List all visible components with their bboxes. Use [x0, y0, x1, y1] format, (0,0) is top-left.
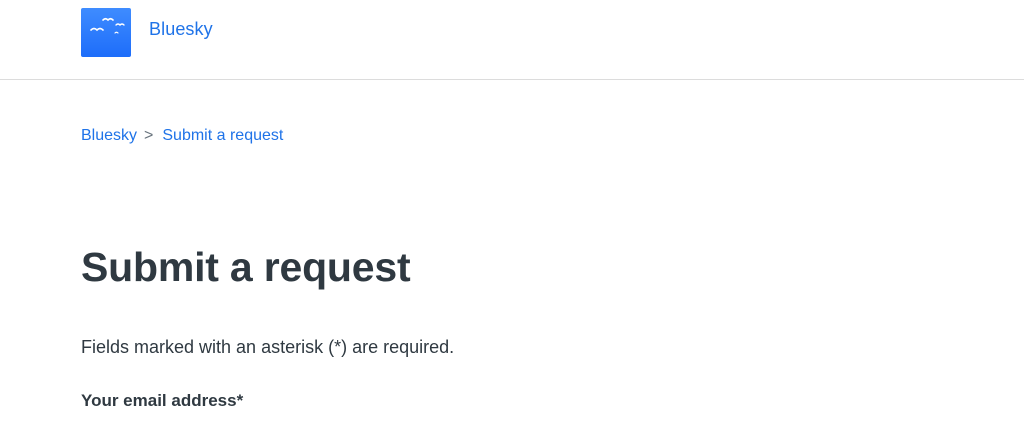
- site-header: Bluesky: [0, 0, 1024, 80]
- breadcrumb-item-current[interactable]: Submit a request: [162, 127, 283, 145]
- page-title: Submit a request: [81, 244, 411, 290]
- breadcrumb-item-home[interactable]: Bluesky: [81, 127, 137, 145]
- bluesky-logo[interactable]: [81, 8, 131, 57]
- breadcrumb-separator: >: [144, 127, 154, 144]
- email-field-label: Your email address*: [81, 391, 244, 410]
- birds-icon: [90, 17, 125, 34]
- brand-link[interactable]: Bluesky: [149, 19, 213, 40]
- required-fields-note: Fields marked with an asterisk (*) are r…: [81, 337, 455, 357]
- breadcrumb: Bluesky > Submit a request: [81, 127, 283, 145]
